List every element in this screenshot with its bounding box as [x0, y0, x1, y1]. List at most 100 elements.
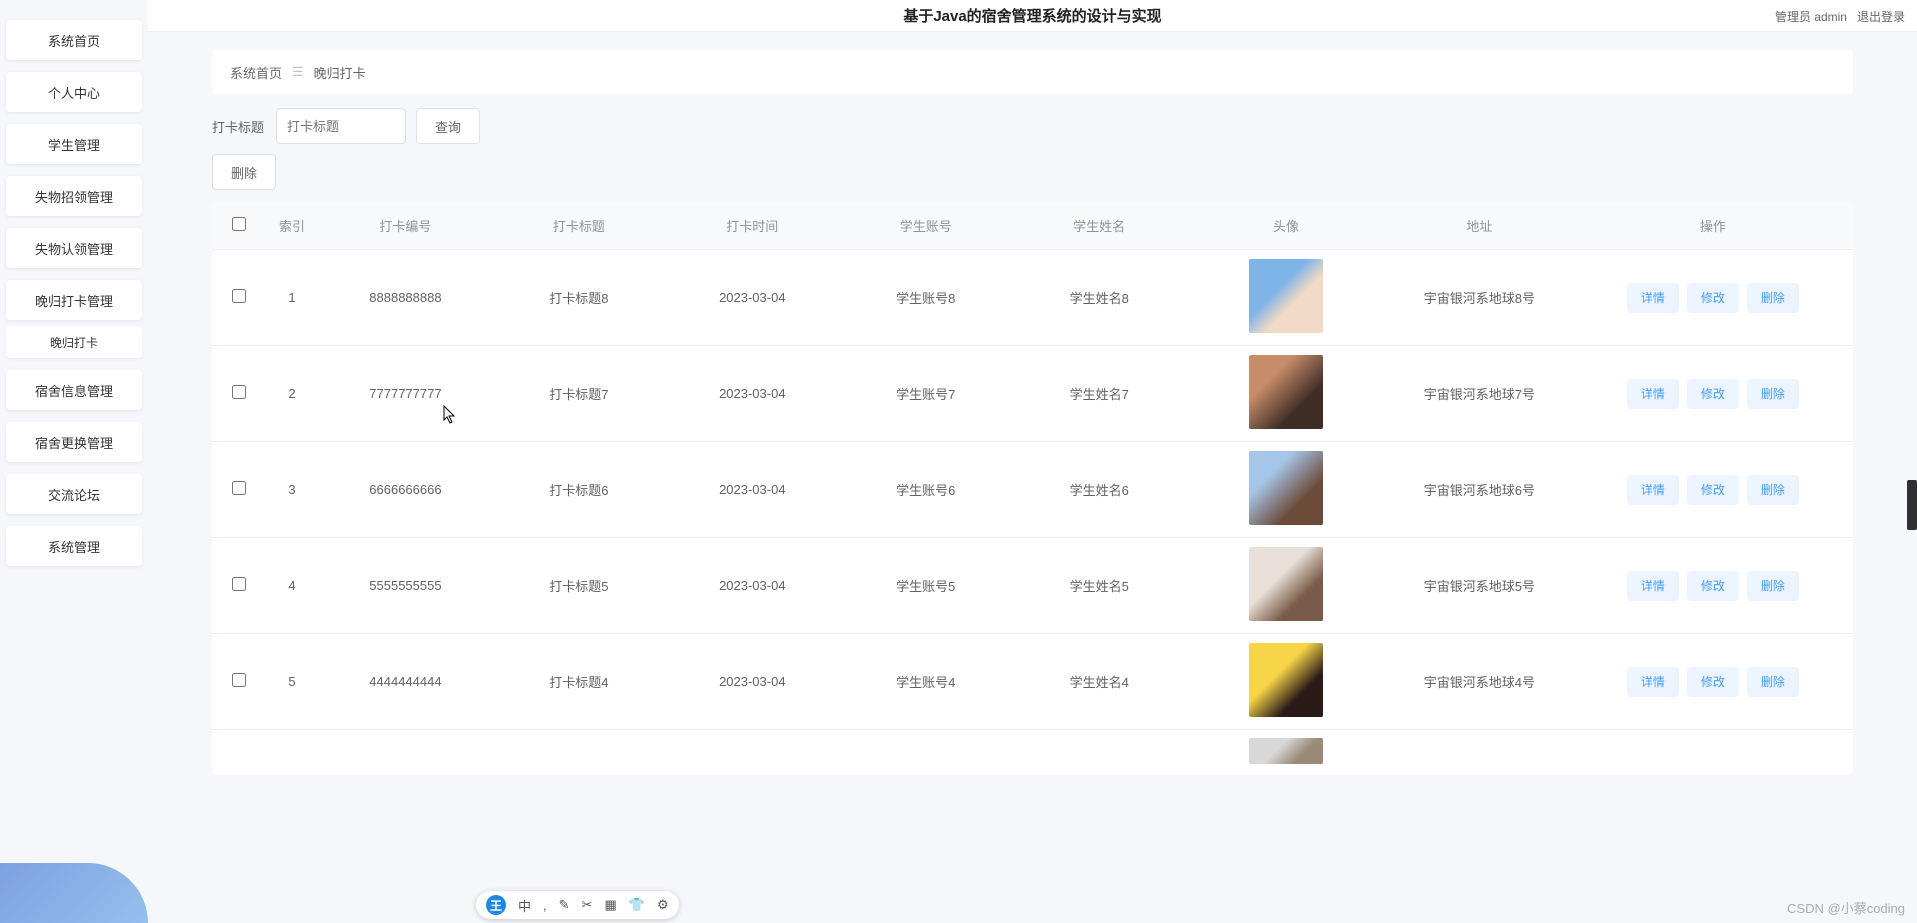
sidebar-label: 宿舍信息管理 [35, 381, 113, 400]
sidebar-label: 系统首页 [48, 31, 100, 50]
ime-punct-icon[interactable]: , [543, 898, 547, 913]
cell-ops: 详情修改删除 [1573, 442, 1853, 538]
edit-button[interactable]: 修改 [1687, 283, 1739, 313]
cell-index: 4 [265, 538, 318, 634]
cell-title: 打卡标题7 [492, 346, 665, 442]
row-delete-button[interactable]: 删除 [1747, 667, 1799, 697]
avatar[interactable] [1249, 259, 1323, 333]
search-input[interactable] [276, 108, 406, 144]
ime-logo-icon[interactable]: 王 [486, 895, 506, 915]
ime-cut-icon[interactable]: ✂ [582, 897, 593, 913]
header-checkbox [212, 202, 265, 250]
cell-index: 1 [265, 250, 318, 346]
detail-button[interactable]: 详情 [1627, 571, 1679, 601]
sidebar-label: 系统管理 [48, 537, 100, 556]
sidebar-item-lost-found[interactable]: 失物招领管理 [6, 176, 142, 216]
cell-address: 宇宙银河系地球8号 [1386, 250, 1573, 346]
sidebar-item-forum[interactable]: 交流论坛 [6, 474, 142, 514]
ime-toolbar[interactable]: 王 中 , ✎ ✂ ▦ 👕 ⚙ [476, 891, 679, 919]
cell-ops: 详情修改删除 [1573, 346, 1853, 442]
sidebar-label: 学生管理 [48, 135, 100, 154]
header-user: 管理员 admin 退出登录 [1775, 0, 1905, 32]
ime-edit-icon[interactable]: ✎ [559, 897, 570, 913]
cell-address: 宇宙银河系地球7号 [1386, 346, 1573, 442]
sidebar-item-system[interactable]: 系统管理 [6, 526, 142, 566]
data-table: 索引 打卡编号 打卡标题 打卡时间 学生账号 学生姓名 头像 地址 操作 188… [212, 202, 1853, 775]
cell-time: 2023-03-04 [666, 538, 839, 634]
detail-button[interactable]: 详情 [1627, 667, 1679, 697]
ime-lang-icon[interactable]: 中 [518, 896, 531, 915]
breadcrumb-current: 晚归打卡 [314, 63, 366, 82]
row-checkbox[interactable] [232, 289, 246, 303]
avatar[interactable] [1249, 738, 1323, 764]
scrollbar-thumb[interactable] [1907, 480, 1917, 530]
cell-time: 2023-03-04 [666, 634, 839, 730]
row-checkbox[interactable] [232, 673, 246, 687]
breadcrumb-home[interactable]: 系统首页 [230, 63, 282, 82]
edit-button[interactable]: 修改 [1687, 379, 1739, 409]
user-label[interactable]: 管理员 admin [1775, 8, 1847, 25]
app-title: 基于Java的宿舍管理系统的设计与实现 [903, 5, 1161, 26]
detail-button[interactable]: 详情 [1627, 379, 1679, 409]
cell-avatar [1186, 346, 1386, 442]
query-button[interactable]: 查询 [416, 108, 480, 144]
logout-link[interactable]: 退出登录 [1857, 8, 1905, 25]
sidebar-label: 失物认领管理 [35, 239, 113, 258]
cell-avatar [1186, 250, 1386, 346]
header-address: 地址 [1386, 202, 1573, 250]
cell-checkbox [212, 250, 265, 346]
edit-button[interactable]: 修改 [1687, 667, 1739, 697]
cell-avatar [1186, 634, 1386, 730]
select-all-checkbox[interactable] [232, 217, 246, 231]
cell-code: 5555555555 [319, 538, 492, 634]
sidebar-item-profile[interactable]: 个人中心 [6, 72, 142, 112]
edit-button[interactable]: 修改 [1687, 475, 1739, 505]
breadcrumb: 系统首页 ☰ 晚归打卡 [212, 50, 1853, 94]
sidebar-item-students[interactable]: 学生管理 [6, 124, 142, 164]
avatar[interactable] [1249, 547, 1323, 621]
sidebar-item-checkin-mgmt[interactable]: 晚归打卡管理 [6, 280, 142, 320]
avatar[interactable] [1249, 451, 1323, 525]
header-index: 索引 [265, 202, 318, 250]
cell-name: 学生姓名8 [1012, 250, 1185, 346]
ime-skin-icon[interactable]: 👕 [629, 897, 645, 913]
cell-index: 5 [265, 634, 318, 730]
cell-time: 2023-03-04 [666, 250, 839, 346]
detail-button[interactable]: 详情 [1627, 475, 1679, 505]
row-delete-button[interactable]: 删除 [1747, 283, 1799, 313]
row-checkbox[interactable] [232, 385, 246, 399]
ime-keyboard-icon[interactable]: ▦ [604, 897, 616, 913]
row-delete-button[interactable]: 删除 [1747, 475, 1799, 505]
sidebar-label: 个人中心 [48, 83, 100, 102]
sidebar-item-home[interactable]: 系统首页 [6, 20, 142, 60]
cell-checkbox [212, 538, 265, 634]
row-checkbox[interactable] [232, 481, 246, 495]
sidebar-subitem-checkin[interactable]: 晚归打卡 [6, 326, 142, 358]
sidebar-item-claim[interactable]: 失物认领管理 [6, 228, 142, 268]
table-row: 36666666666打卡标题62023-03-04学生账号6学生姓名6宇宙银河… [212, 442, 1853, 538]
sidebar-item-dorm-info[interactable]: 宿舍信息管理 [6, 370, 142, 410]
cell-index: 2 [265, 346, 318, 442]
sidebar-item-dorm-change[interactable]: 宿舍更换管理 [6, 422, 142, 462]
header-ops: 操作 [1573, 202, 1853, 250]
edit-button[interactable]: 修改 [1687, 571, 1739, 601]
cell-ops: 详情修改删除 [1573, 538, 1853, 634]
row-delete-button[interactable]: 删除 [1747, 379, 1799, 409]
delete-button[interactable]: 删除 [212, 154, 276, 190]
search-label: 打卡标题 [212, 117, 264, 136]
detail-button[interactable]: 详情 [1627, 283, 1679, 313]
cell-checkbox [212, 730, 265, 776]
row-delete-button[interactable]: 删除 [1747, 571, 1799, 601]
cell-time: 2023-03-04 [666, 442, 839, 538]
row-checkbox[interactable] [232, 577, 246, 591]
cell-name: 学生姓名5 [1012, 538, 1185, 634]
avatar[interactable] [1249, 643, 1323, 717]
cell-account: 学生账号5 [839, 538, 1012, 634]
avatar[interactable] [1249, 355, 1323, 429]
cell-ops: 详情修改删除 [1573, 634, 1853, 730]
cell-avatar [1186, 730, 1386, 776]
cell-address: 宇宙银河系地球5号 [1386, 538, 1573, 634]
header-time: 打卡时间 [666, 202, 839, 250]
header-account: 学生账号 [839, 202, 1012, 250]
ime-settings-icon[interactable]: ⚙ [657, 897, 669, 913]
